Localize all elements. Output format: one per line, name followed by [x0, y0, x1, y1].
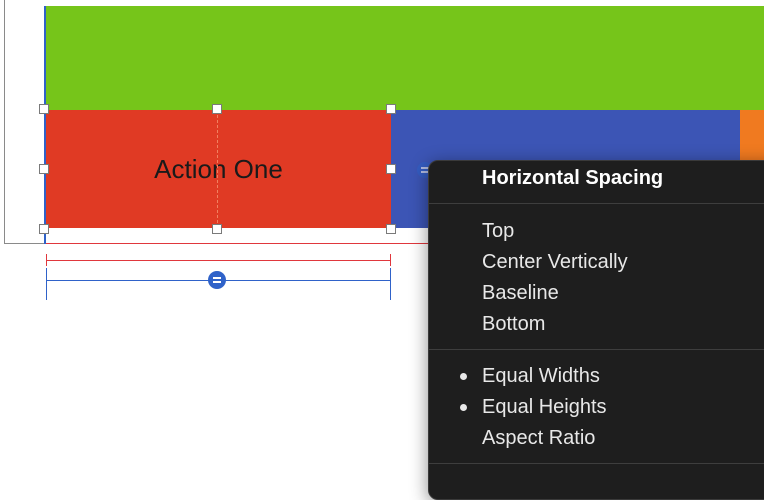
- menu-separator: [429, 349, 764, 350]
- equal-width-tick-right: [390, 268, 391, 300]
- center-guide-line: [217, 110, 219, 228]
- equal-width-tick-left: [46, 268, 47, 300]
- canvas-frame-bottom: [4, 243, 48, 244]
- resize-handle-bottom-right[interactable]: [386, 224, 396, 234]
- constraint-line: [46, 243, 446, 244]
- menu-item-bottom[interactable]: Bottom: [482, 313, 545, 336]
- resize-handle-left[interactable]: [39, 164, 49, 174]
- resize-handle-top-left[interactable]: [39, 104, 49, 114]
- resize-handle-bottom[interactable]: [212, 224, 222, 234]
- menu-item-aspect-ratio[interactable]: Aspect Ratio: [482, 427, 595, 450]
- width-guide-line: [46, 260, 391, 261]
- width-guide-tick-left: [46, 254, 47, 266]
- width-guide-tick-right: [390, 254, 391, 266]
- canvas-frame-left: [4, 0, 5, 244]
- menu-item-center-vertically[interactable]: Center Vertically: [482, 251, 628, 274]
- checkmark-bullet-icon: [460, 373, 467, 380]
- menu-item-top[interactable]: Top: [482, 220, 514, 243]
- constraint-context-menu: Horizontal Spacing Top Center Vertically…: [428, 160, 764, 500]
- menu-item-baseline[interactable]: Baseline: [482, 282, 559, 305]
- menu-item-horizontal-spacing[interactable]: Horizontal Spacing: [482, 167, 663, 190]
- resize-handle-right[interactable]: [386, 164, 396, 174]
- selection-edge-line: [44, 6, 46, 244]
- resize-handle-top[interactable]: [212, 104, 222, 114]
- menu-separator: [429, 203, 764, 204]
- green-view[interactable]: [46, 6, 764, 110]
- resize-handle-top-right[interactable]: [386, 104, 396, 114]
- menu-item-equal-widths[interactable]: Equal Widths: [482, 365, 600, 388]
- menu-separator: [429, 463, 764, 464]
- equal-width-badge-icon[interactable]: [208, 271, 226, 289]
- checkmark-bullet-icon: [460, 404, 467, 411]
- menu-item-equal-heights[interactable]: Equal Heights: [482, 396, 607, 419]
- resize-handle-bottom-left[interactable]: [39, 224, 49, 234]
